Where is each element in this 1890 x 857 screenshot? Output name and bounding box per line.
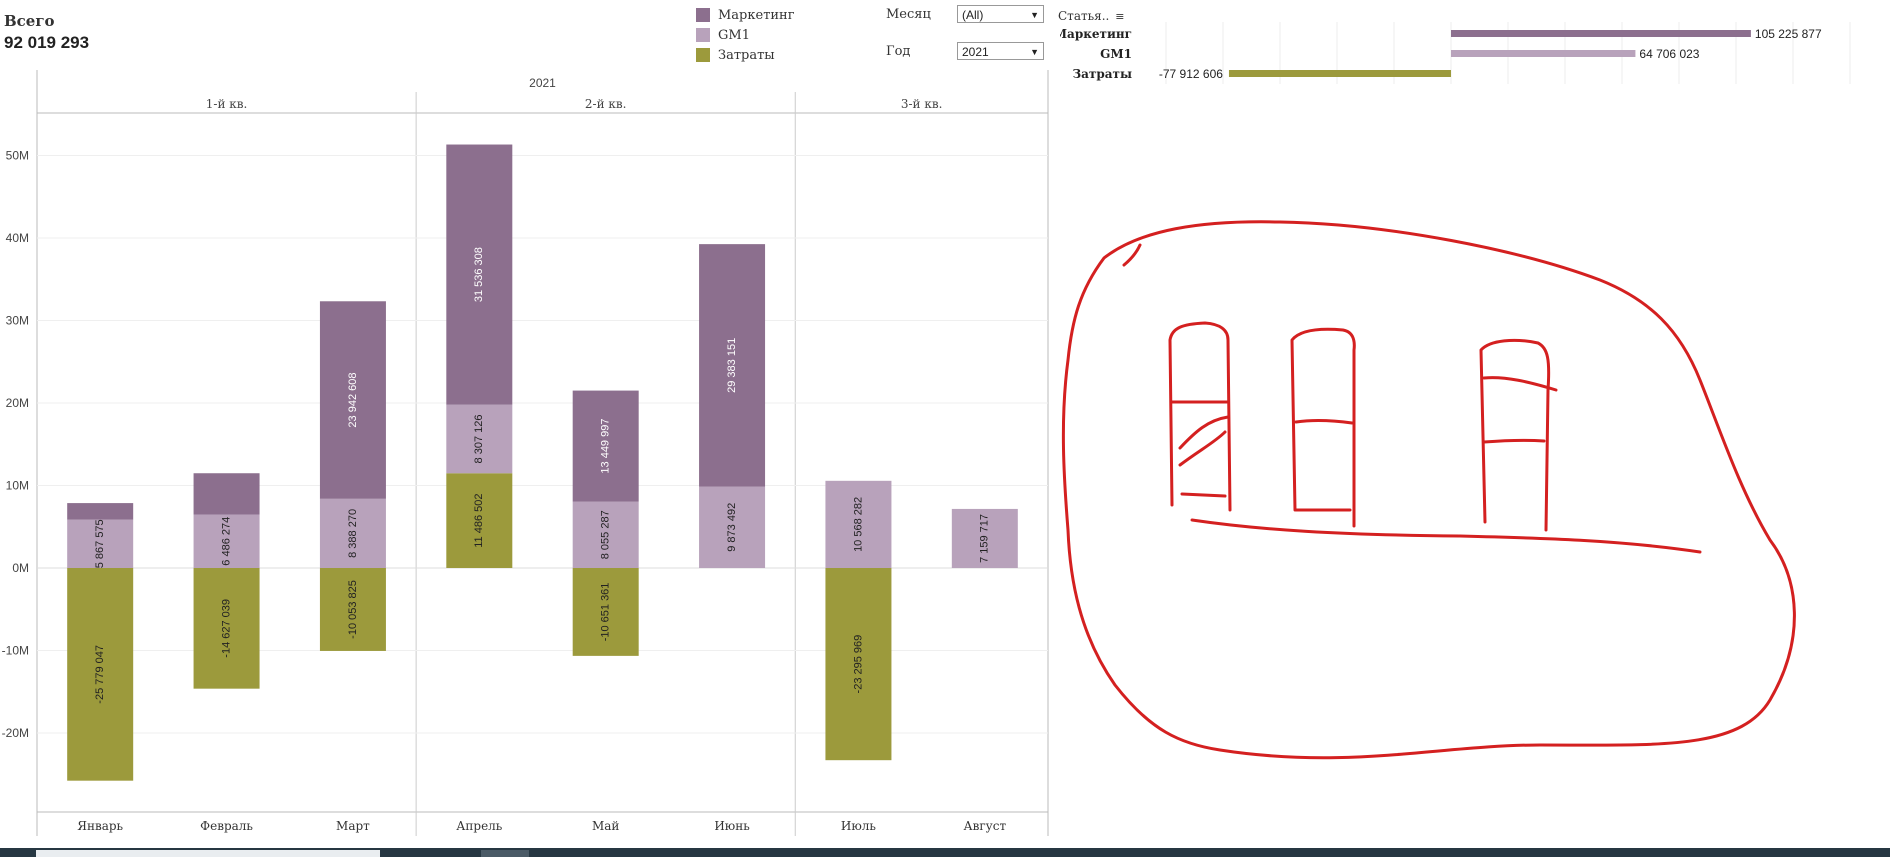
data-label: 6 486 274 (220, 517, 232, 566)
data-label: -14 627 039 (220, 599, 232, 658)
x-tick-label: Август (964, 819, 1007, 833)
year-filter-value: 2021 (962, 45, 989, 59)
data-label: 5 867 575 (94, 519, 106, 568)
x-tick-label: Июль (841, 819, 877, 833)
stat-header-label: Статья.. (1058, 9, 1110, 23)
total-bar (1451, 30, 1751, 37)
legend-item-costs[interactable]: Затраты (696, 45, 795, 65)
year-header: 2021 (529, 76, 556, 90)
bar-segment (67, 503, 134, 520)
legend-label: GM1 (718, 27, 750, 43)
data-label: 11 486 502 (473, 493, 485, 547)
sketch-box-3-line-b (1482, 438, 1546, 444)
year-filter-select[interactable]: 2021 ▼ (957, 42, 1044, 60)
data-label: 8 055 287 (600, 510, 612, 559)
sketch-box-1-line-c (1178, 430, 1227, 467)
y-tick-label: 10M (6, 479, 29, 493)
y-tick-label: 20M (6, 396, 29, 410)
category-label: Маркетинг (1060, 27, 1132, 41)
monthly-stacked-bar-chart: 2021 1-й кв. 2-й кв. 3-й кв. 50M 40M 30M 20M 10M… (2, 70, 1049, 836)
data-label: -10 053 825 (347, 580, 359, 639)
data-label: 31 536 308 (473, 247, 485, 302)
sketch-box-1 (1168, 321, 1232, 512)
taskbar (0, 848, 1890, 857)
sketch-tick (1122, 243, 1142, 267)
data-label: 29 383 151 (726, 338, 738, 393)
y-tick-label: 0M (12, 561, 29, 575)
total-bar (1451, 50, 1636, 57)
month-filter-select[interactable]: (All) ▼ (957, 5, 1044, 23)
legend: Маркетинг GM1 Затраты (696, 5, 795, 65)
legend-swatch-costs (696, 48, 710, 62)
data-label: -25 779 047 (94, 645, 106, 704)
data-label: -23 295 969 (852, 635, 864, 694)
category-total-bar-chart: Маркетинг 105 225 877 GM1 64 706 023 Затраты… (1060, 22, 1851, 84)
total-value-label: -77 912 606 (1159, 67, 1223, 81)
kpi-label: Всего (4, 12, 55, 30)
month-filter-label: Месяц (886, 7, 931, 22)
total-value-label: 64 706 023 (1639, 47, 1699, 61)
quarter-header: 1-й кв. (206, 97, 248, 111)
x-tick-label: Апрель (456, 819, 502, 833)
taskbar-active-app[interactable] (481, 850, 529, 857)
y-tick-label: 40M (6, 231, 29, 245)
legend-swatch-gm1 (696, 28, 710, 42)
x-tick-label: Январь (77, 819, 123, 833)
x-tick-label: Май (592, 819, 619, 833)
legend-item-marketing[interactable]: Маркетинг (696, 5, 795, 25)
month-filter-value: (All) (962, 8, 984, 22)
hand-drawn-sketch (1061, 220, 1796, 760)
sketch-box-2 (1290, 327, 1356, 528)
legend-swatch-marketing (696, 8, 710, 22)
stat-header[interactable]: Статья.. ≡ (1058, 9, 1127, 23)
chevron-down-icon: ▼ (1030, 10, 1039, 20)
data-label: 8 307 126 (473, 415, 485, 464)
kpi-value: 92 019 293 (4, 33, 90, 52)
quarter-header: 3-й кв. (901, 97, 943, 111)
data-label: 13 449 997 (600, 419, 612, 474)
category-label: GM1 (1100, 47, 1132, 61)
legend-label: Затраты (718, 47, 775, 63)
y-tick-label: -10M (2, 644, 29, 658)
sketch-box-3 (1479, 338, 1551, 532)
data-label: 9 873 492 (726, 503, 738, 552)
total-value-label: 105 225 877 (1755, 27, 1822, 41)
category-label: Затраты (1073, 67, 1133, 81)
bar-segment (193, 473, 260, 515)
y-tick-label: 30M (6, 314, 29, 328)
legend-item-gm1[interactable]: GM1 (696, 25, 795, 45)
data-label: 8 388 270 (347, 509, 359, 558)
quarter-header: 2-й кв. (585, 97, 627, 111)
year-filter-label: Год (886, 44, 911, 59)
data-label: 10 568 282 (852, 497, 864, 552)
kpi-total: Всего 92 019 293 (4, 12, 89, 53)
sketch-baseline (1190, 518, 1702, 554)
sketch-box-2-line-a (1294, 419, 1354, 425)
data-label: 23 942 608 (347, 373, 359, 428)
legend-label: Маркетинг (718, 7, 795, 23)
total-bar (1228, 70, 1451, 77)
y-tick-label: 50M (6, 149, 29, 163)
y-tick-label: -20M (2, 726, 29, 740)
taskbar-search-box[interactable] (36, 850, 380, 857)
sketch-box-3-line-a (1482, 376, 1558, 392)
data-label: 7 159 717 (979, 514, 991, 563)
sketch-box-1-line-d (1180, 492, 1227, 498)
chevron-down-icon: ▼ (1030, 47, 1039, 57)
x-tick-label: Июнь (714, 819, 750, 833)
data-label: -10 651 361 (600, 583, 612, 642)
x-tick-label: Март (336, 819, 370, 833)
sketch-box-1-line-b (1178, 415, 1230, 450)
x-tick-label: Февраль (200, 819, 253, 833)
